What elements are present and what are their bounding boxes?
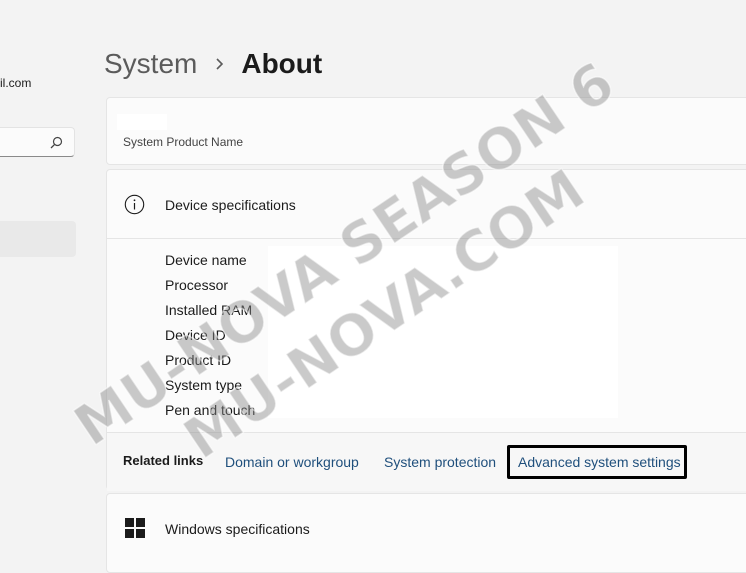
search-input[interactable] bbox=[0, 128, 54, 158]
info-icon bbox=[124, 194, 145, 215]
windows-specifications-card[interactable]: Windows specifications bbox=[106, 493, 746, 573]
spec-label: Device ID bbox=[165, 327, 226, 343]
device-specifications-title: Device specifications bbox=[165, 197, 296, 213]
sidebar-item-system-selected[interactable] bbox=[0, 221, 76, 257]
spec-field-list: Device name Processor Installed RAM Devi… bbox=[165, 248, 255, 423]
windows-logo-icon bbox=[125, 518, 145, 538]
system-protection-link[interactable]: System protection bbox=[384, 454, 496, 470]
domain-or-workgroup-link[interactable]: Domain or workgroup bbox=[225, 454, 359, 470]
breadcrumb-parent[interactable]: System bbox=[104, 48, 197, 80]
account-email: il.com bbox=[0, 76, 32, 90]
related-links-label: Related links bbox=[123, 453, 204, 468]
product-card: System Product Name bbox=[106, 97, 746, 165]
advanced-system-settings-link[interactable]: Advanced system settings bbox=[518, 454, 681, 470]
search-icon[interactable] bbox=[50, 136, 63, 149]
spec-label: Pen and touch bbox=[165, 402, 256, 418]
product-name-redacted bbox=[117, 114, 167, 130]
spec-label: Installed RAM bbox=[165, 302, 253, 318]
product-caption: System Product Name bbox=[123, 135, 244, 149]
device-specifications-card: Device specifications Device name Proces… bbox=[106, 169, 746, 491]
spec-label: Product ID bbox=[165, 352, 232, 368]
spec-values-redacted bbox=[268, 246, 618, 418]
breadcrumb: System About bbox=[104, 44, 322, 84]
page-title: About bbox=[241, 48, 323, 79]
search-box[interactable] bbox=[0, 127, 75, 158]
chevron-right-icon bbox=[216, 58, 224, 70]
spec-label: System type bbox=[165, 377, 243, 393]
related-links-row: Related links Domain or workgroup System… bbox=[107, 432, 746, 491]
spec-label: Device name bbox=[165, 252, 247, 268]
spec-label: Processor bbox=[165, 277, 229, 293]
windows-specifications-title: Windows specifications bbox=[165, 521, 310, 537]
device-specifications-header[interactable]: Device specifications bbox=[107, 170, 746, 239]
